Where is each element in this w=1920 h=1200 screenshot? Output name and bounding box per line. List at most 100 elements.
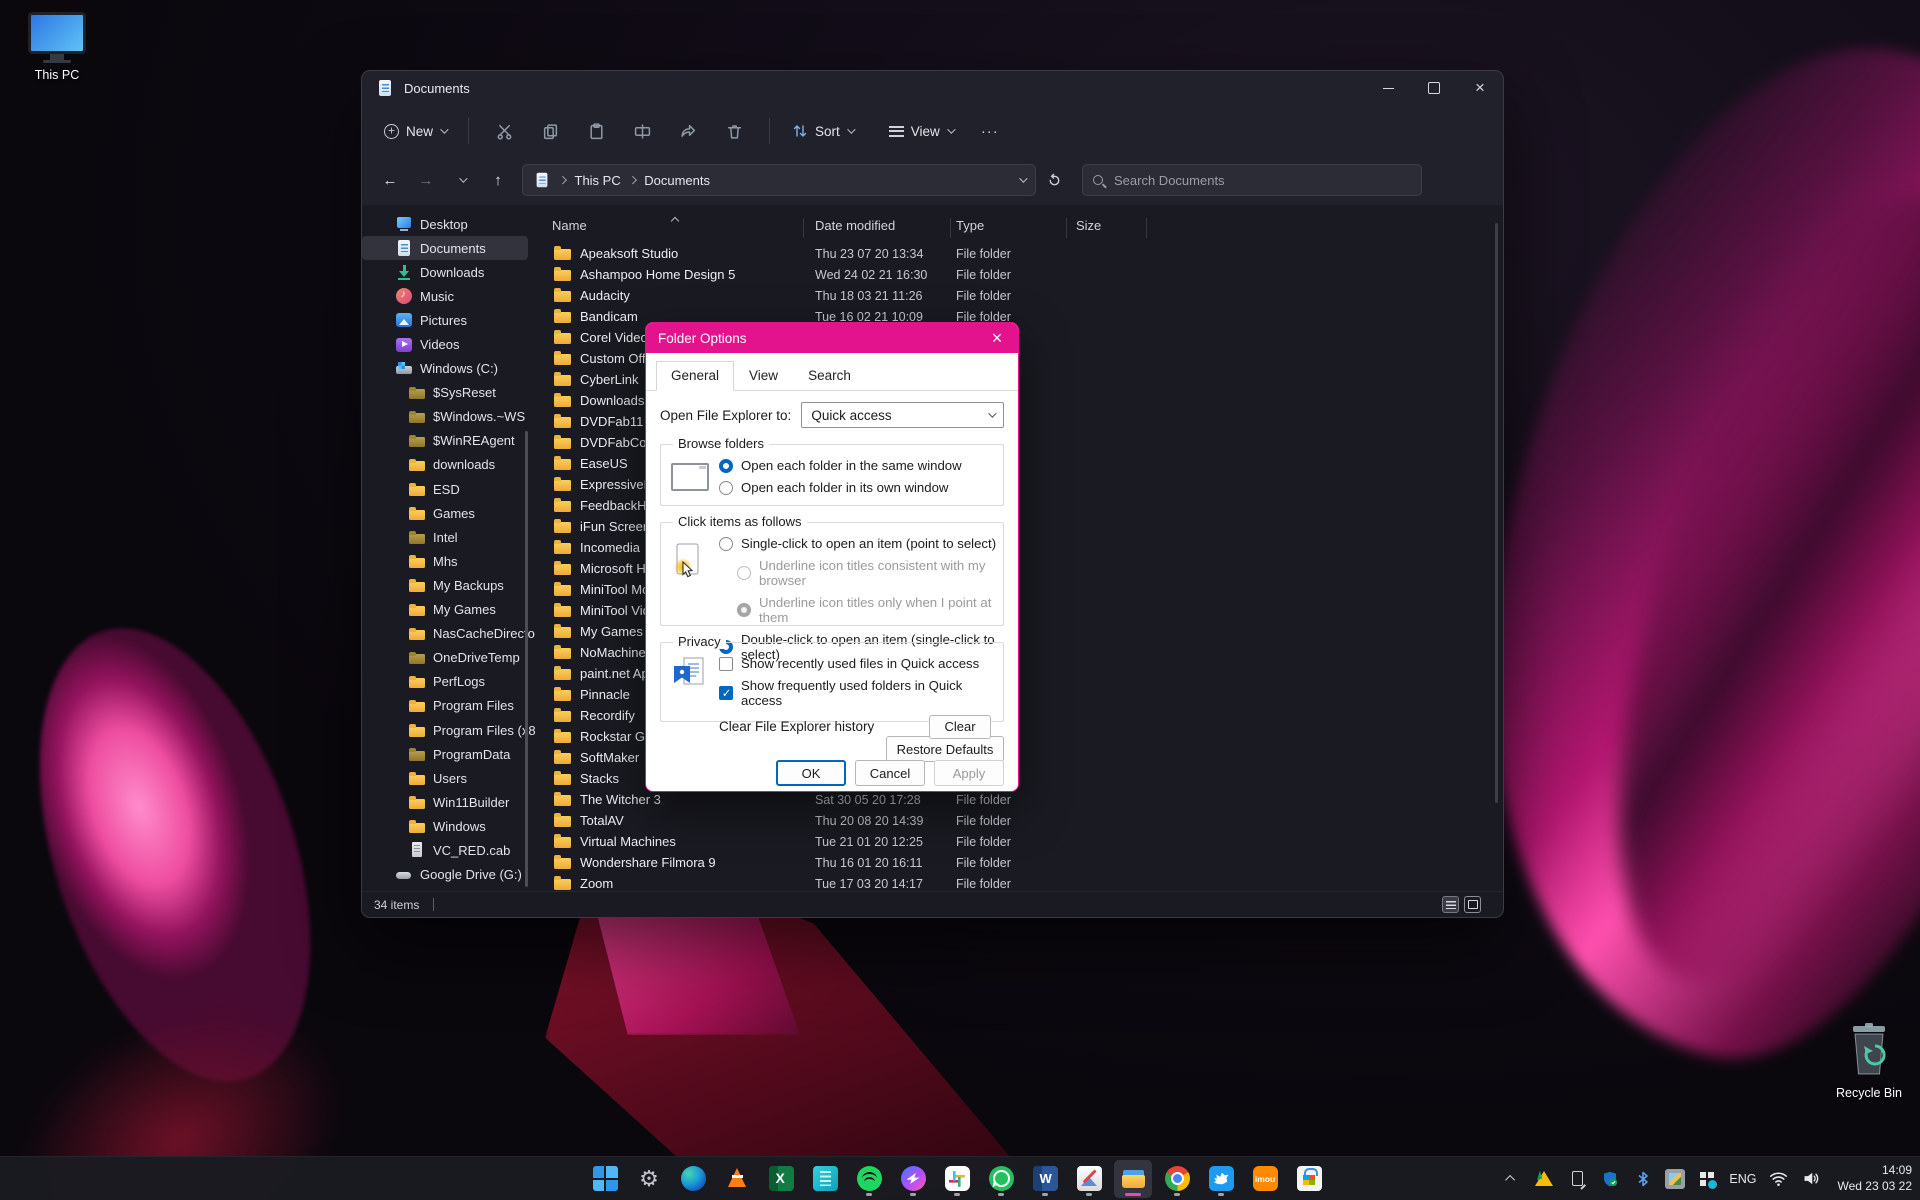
column-divider[interactable] <box>1146 218 1147 238</box>
view-button[interactable]: View <box>879 117 963 146</box>
share-button[interactable] <box>670 113 706 149</box>
checkbox-recent-files[interactable]: Show recently used files in Quick access <box>719 656 1003 671</box>
radio-underline-point[interactable]: Underline icon titles only when I point … <box>737 595 1003 625</box>
radio-icon[interactable] <box>719 536 733 551</box>
sidebar-item[interactable]: ESD <box>362 477 528 501</box>
column-header-name[interactable]: Name <box>552 218 587 233</box>
sidebar-item[interactable]: Program Files (x8 <box>362 718 536 742</box>
taskbar-app-messenger[interactable] <box>894 1160 932 1198</box>
column-divider[interactable] <box>1066 218 1067 238</box>
sidebar-item[interactable]: OneDriveTemp <box>362 646 528 670</box>
table-row[interactable]: Virtual Machines Tue 21 01 20 12:25 File… <box>542 831 1503 852</box>
screenshot-tool-icon[interactable] <box>1665 1168 1686 1189</box>
sidebar-item[interactable]: Mhs <box>362 549 528 573</box>
sidebar-item[interactable]: Pictures <box>362 308 528 332</box>
usb-eject-icon[interactable] <box>1566 1168 1588 1190</box>
taskbar-app-excel[interactable] <box>762 1160 800 1198</box>
radio-icon[interactable] <box>737 603 751 617</box>
taskbar-app-slack[interactable] <box>938 1160 976 1198</box>
sidebar-item[interactable]: My Games <box>362 598 528 622</box>
sidebar-item[interactable]: NasCacheDirecto <box>362 622 535 646</box>
language-indicator[interactable]: ENG <box>1729 1172 1756 1186</box>
sidebar-item[interactable]: Windows (C:) <box>362 357 528 381</box>
address-bar[interactable]: This PC Documents <box>522 164 1036 196</box>
apply-button[interactable]: Apply <box>934 760 1004 786</box>
radio-own-window[interactable]: Open each folder in its own window <box>719 480 1003 495</box>
taskbar-clock[interactable]: 14:09 Wed 23 03 22 <box>1837 1163 1912 1194</box>
sidebar-item[interactable]: PerfLogs <box>362 670 528 694</box>
tab-search[interactable]: Search <box>793 361 866 391</box>
minimize-button[interactable] <box>1365 71 1411 105</box>
sidebar-item[interactable]: downloads <box>362 453 528 477</box>
column-header-size[interactable]: Size <box>1076 218 1101 233</box>
column-header-type[interactable]: Type <box>956 218 984 233</box>
table-row[interactable]: Audacity Thu 18 03 21 11:26 File folder <box>542 285 1503 306</box>
column-divider[interactable] <box>950 218 951 238</box>
maximize-button[interactable] <box>1411 71 1457 105</box>
dialog-title-bar[interactable]: Folder Options <box>646 323 1018 353</box>
tray-chevron-up-icon[interactable] <box>1500 1168 1522 1190</box>
table-row[interactable]: The Witcher 3 Sat 30 05 20 17:28 File fo… <box>542 789 1503 810</box>
see-more-button[interactable]: ··· <box>981 123 999 140</box>
breadcrumb-documents[interactable]: Documents <box>644 173 710 188</box>
address-dropdown-icon[interactable] <box>1019 174 1028 183</box>
taskbar-app-explorer[interactable] <box>1114 1159 1152 1198</box>
sidebar-item[interactable]: Users <box>362 766 528 790</box>
volume-icon[interactable] <box>1800 1168 1822 1190</box>
search-box[interactable] <box>1082 164 1422 196</box>
recycle-bin-desktop-icon[interactable]: Recycle Bin <box>1826 1022 1912 1100</box>
tab-general[interactable]: General <box>656 361 735 391</box>
copy-button[interactable] <box>532 113 568 149</box>
sidebar-item[interactable]: Music <box>362 284 528 308</box>
sidebar-item[interactable]: Intel <box>362 525 528 549</box>
column-header-date-modified[interactable]: Date modified <box>815 218 895 233</box>
tab-view[interactable]: View <box>734 361 793 391</box>
table-row[interactable]: TotalAV Thu 20 08 20 14:39 File folder <box>542 810 1503 831</box>
sidebar-item[interactable]: Desktop <box>362 212 528 236</box>
windows-security-icon[interactable] <box>1599 1168 1621 1190</box>
taskbar-app-settings[interactable] <box>630 1160 668 1198</box>
restore-defaults-button[interactable]: Restore Defaults <box>886 736 1004 762</box>
radio-icon[interactable] <box>719 458 733 473</box>
sidebar-item[interactable]: Videos <box>362 332 528 356</box>
sidebar-item[interactable]: Documents <box>362 236 528 261</box>
recent-locations-button[interactable] <box>444 163 480 197</box>
large-icons-view-toggle[interactable] <box>1464 896 1481 913</box>
dialog-close-icon[interactable] <box>976 323 1018 353</box>
sort-button[interactable]: Sort <box>782 116 863 146</box>
table-row[interactable]: Ashampoo Home Design 5 Wed 24 02 21 16:3… <box>542 264 1503 285</box>
taskbar-app-spotify[interactable] <box>850 1160 888 1198</box>
sidebar-item[interactable]: Games <box>362 501 528 525</box>
taskbar-app-vlc[interactable] <box>718 1160 756 1198</box>
table-row[interactable]: Zoom Tue 17 03 20 14:17 File folder <box>542 873 1503 891</box>
forward-button[interactable] <box>408 163 444 197</box>
sidebar-item[interactable]: Google Drive (G:) <box>362 863 528 887</box>
ok-button[interactable]: OK <box>776 760 846 786</box>
paste-button[interactable] <box>578 113 614 149</box>
cut-button[interactable] <box>486 113 522 149</box>
sidebar-item[interactable]: Windows <box>362 814 528 838</box>
taskbar-app-whatsapp[interactable] <box>982 1160 1020 1198</box>
sidebar-item[interactable]: Program Files <box>362 694 528 718</box>
checkbox-icon[interactable] <box>719 656 733 671</box>
back-button[interactable] <box>372 163 408 197</box>
sidebar-item[interactable]: $Windows.~WS <box>362 405 528 429</box>
column-divider[interactable] <box>803 218 804 238</box>
wifi-icon[interactable] <box>1767 1168 1789 1190</box>
cancel-button[interactable]: Cancel <box>855 760 925 786</box>
taskbar-app-photos-app[interactable] <box>1070 1160 1108 1198</box>
table-row[interactable]: Apeaksoft Studio Thu 23 07 20 13:34 File… <box>542 243 1503 264</box>
sidebar-item[interactable]: VC_RED.cab <box>362 838 528 862</box>
taskbar-app-word[interactable] <box>1026 1160 1064 1198</box>
sidebar-item[interactable]: $WinREAgent <box>362 429 528 453</box>
search-input[interactable] <box>1112 171 1411 189</box>
taskbar-app-building[interactable] <box>806 1160 844 1198</box>
taskbar-app-store[interactable] <box>1290 1160 1328 1198</box>
bluetooth-icon[interactable] <box>1632 1168 1654 1190</box>
breadcrumb-this-pc[interactable]: This PC <box>575 173 621 188</box>
clear-button[interactable]: Clear <box>929 714 991 739</box>
sidebar-item[interactable]: Downloads <box>362 260 528 284</box>
refresh-button[interactable] <box>1036 163 1072 197</box>
checkbox-frequent-folders[interactable]: Show frequently used folders in Quick ac… <box>719 678 1003 708</box>
details-view-toggle[interactable] <box>1442 896 1459 913</box>
